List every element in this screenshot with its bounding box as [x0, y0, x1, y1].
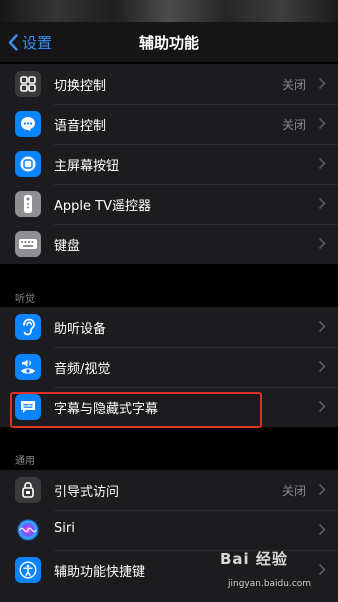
list-item-switch-control[interactable]: 切换控制 关闭 [0, 64, 338, 104]
list-item-hearing-devices[interactable]: 助听设备 [0, 307, 338, 347]
voice-control-icon [15, 111, 41, 137]
audio-visual-icon [15, 354, 41, 380]
watermark: Bai 经验 jingyan.baidu.com [220, 548, 330, 598]
list-item-apple-tv-remote[interactable]: Apple TV遥控器 [0, 184, 338, 224]
list-item-value: 关闭 [281, 78, 306, 92]
list-item-label: 切换控制 [54, 79, 107, 94]
chevron-right-icon [318, 157, 326, 170]
list-item-keyboard[interactable]: 键盘 [0, 224, 338, 264]
siri-icon [15, 517, 41, 543]
chevron-right-icon [318, 483, 326, 496]
list-item-value: 关闭 [281, 118, 306, 132]
accessibility-icon [15, 557, 41, 583]
list-item-home-button[interactable]: 主屏幕按钮 [0, 144, 338, 184]
list-item-label: 键盘 [54, 239, 81, 254]
chevron-right-icon [318, 237, 326, 250]
list-item-label: 助听设备 [54, 322, 107, 337]
watermark-logo: Bai 经验 [220, 550, 288, 568]
chevron-right-icon [318, 523, 326, 536]
chevron-right-icon [318, 320, 326, 333]
chevron-right-icon [318, 360, 326, 373]
list-item-label: 主屏幕按钮 [54, 159, 120, 174]
section-header-general: 通用 [15, 456, 35, 467]
chevron-right-icon [318, 77, 326, 90]
ear-icon [15, 314, 41, 340]
list-item-siri[interactable]: Siri [0, 510, 338, 550]
watermark-url: jingyan.baidu.com [228, 579, 312, 589]
interaction-group: 切换控制 关闭 语音控制 关闭 主屏幕按钮 Apple TV遥控器 键盘 [0, 64, 338, 264]
guided-access-icon [15, 477, 41, 503]
list-item-value: 关闭 [281, 484, 306, 498]
list-item-voice-control[interactable]: 语音控制 关闭 [0, 104, 338, 144]
list-item-label: 引导式访问 [54, 485, 120, 500]
chevron-right-icon [318, 117, 326, 130]
keyboard-icon [15, 231, 41, 257]
remote-icon [15, 191, 41, 217]
status-bar-blur [0, 0, 338, 22]
list-item-label: Siri [54, 521, 75, 536]
chevron-right-icon [318, 197, 326, 210]
highlight-box [10, 392, 262, 428]
list-item-label: 音频/视觉 [54, 362, 111, 377]
chevron-right-icon [318, 400, 326, 413]
list-item-label: 语音控制 [54, 119, 107, 134]
page-title: 辅助功能 [138, 34, 199, 52]
list-item-audio-visual[interactable]: 音频/视觉 [0, 347, 338, 387]
list-item-guided-access[interactable]: 引导式访问 关闭 [0, 470, 338, 510]
section-header-hearing: 听觉 [15, 294, 35, 305]
navigation-bar: 设置 辅助功能 [0, 22, 338, 62]
home-button-icon [15, 151, 41, 177]
switch-control-icon [15, 71, 41, 97]
list-item-label: 辅助功能快捷键 [54, 565, 146, 580]
list-item-label: Apple TV遥控器 [54, 199, 151, 214]
